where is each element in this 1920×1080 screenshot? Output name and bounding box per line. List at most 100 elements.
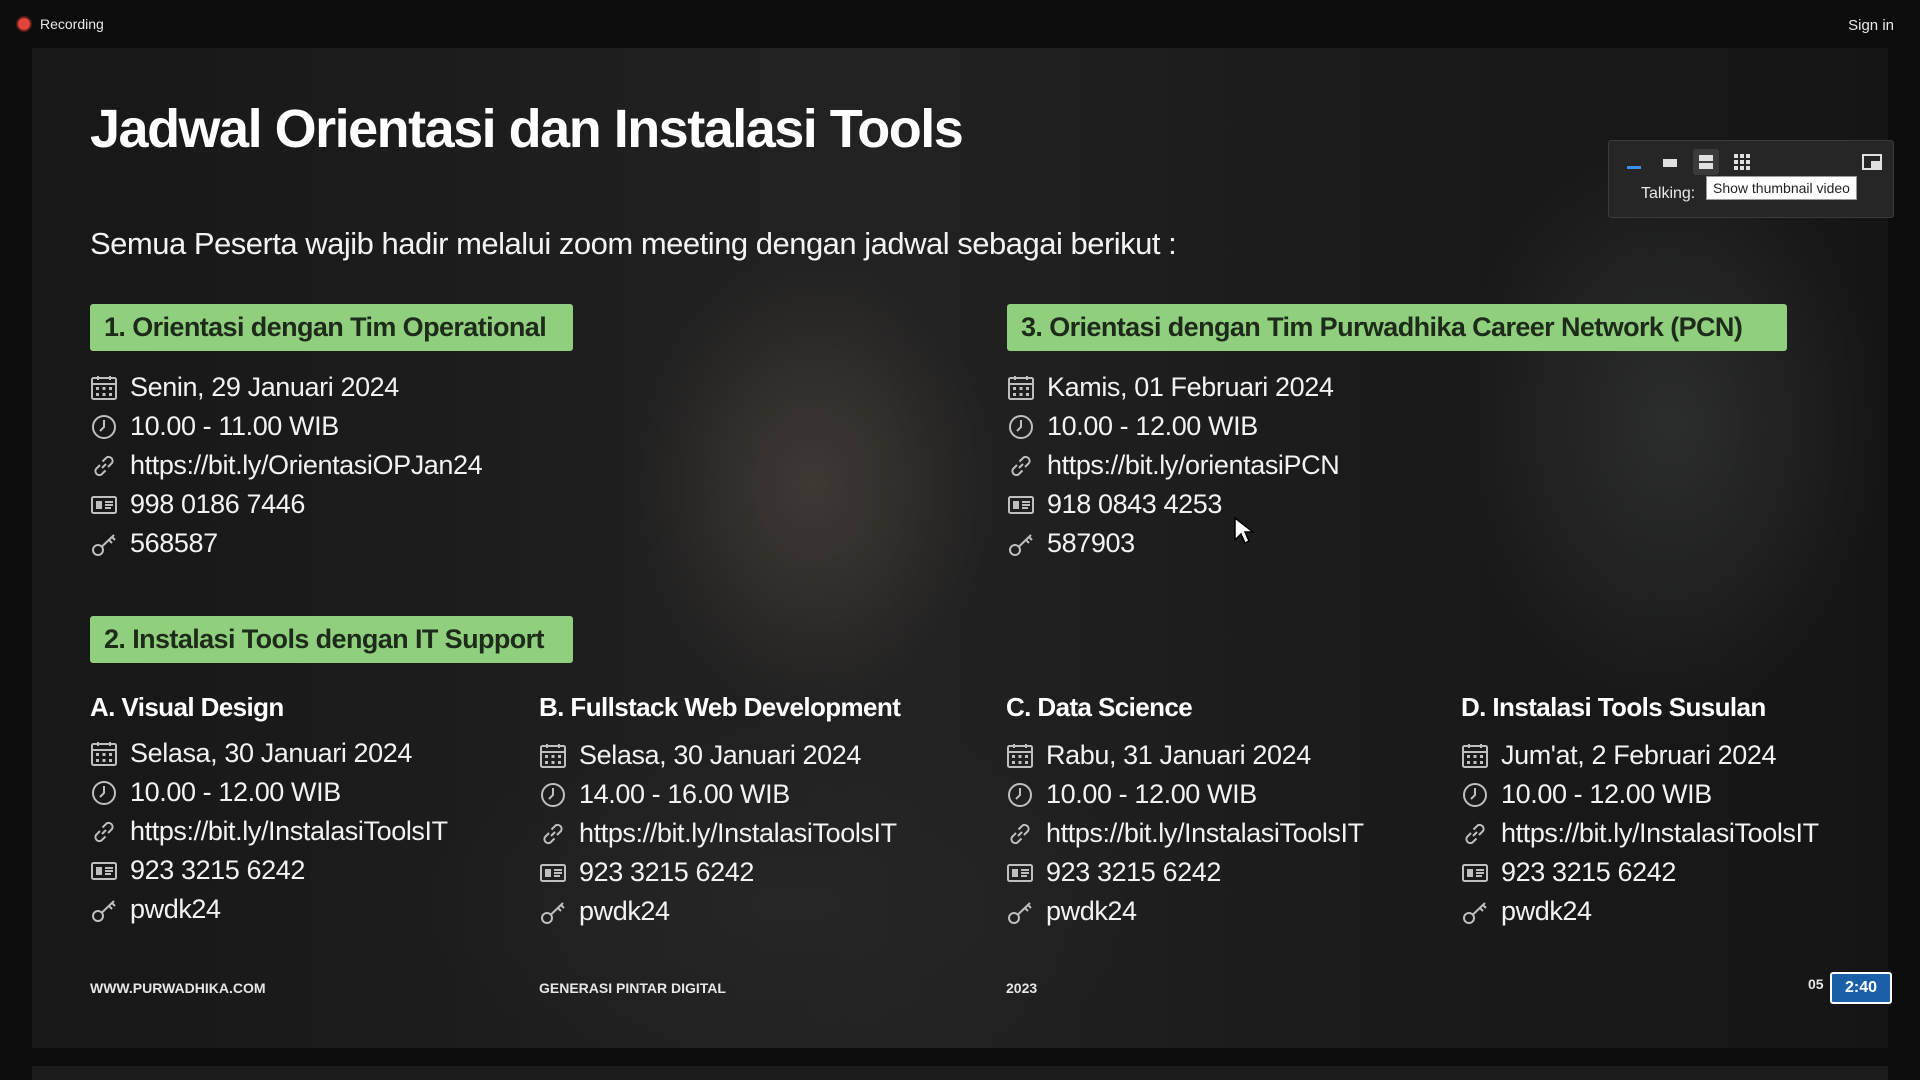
meeting-id-text: 923 3215 6242 xyxy=(130,855,305,885)
record-dot-icon xyxy=(18,18,30,30)
time-row: 10.00 - 12.00 WIB xyxy=(1007,407,1339,446)
time-text: 10.00 - 12.00 WIB xyxy=(130,777,341,807)
speaker-view-button[interactable] xyxy=(1693,149,1719,175)
passcode-row: pwdk24 xyxy=(1461,892,1819,931)
date-row: Rabu, 31 Januari 2024 xyxy=(1006,736,1364,775)
link-row: https://bit.ly/InstalasiToolsIT xyxy=(1461,814,1819,853)
passcode-text: pwdk24 xyxy=(1501,896,1592,926)
date-text: Senin, 29 Januari 2024 xyxy=(130,372,399,402)
id-card-icon xyxy=(90,857,118,885)
passcode-text: pwdk24 xyxy=(579,896,670,926)
passcode-text: pwdk24 xyxy=(130,894,221,924)
id-card-icon xyxy=(539,859,567,887)
date-row: Jum'at, 2 Februari 2024 xyxy=(1461,736,1819,775)
section-1-details: Senin, 29 Januari 2024 10.00 - 11.00 WIB… xyxy=(90,368,483,563)
clock-icon xyxy=(90,779,118,807)
passcode-row: pwdk24 xyxy=(1006,892,1364,931)
slide-title: Jadwal Orientasi dan Instalasi Tools xyxy=(90,99,964,159)
passcode-row: pwdk24 xyxy=(90,890,448,929)
calendar-icon xyxy=(539,742,567,770)
track-d-details: Jum'at, 2 Februari 2024 10.00 - 12.00 WI… xyxy=(1461,736,1819,931)
meeting-id-text: 923 3215 6242 xyxy=(1046,857,1221,887)
mouse-cursor-icon xyxy=(1234,516,1255,545)
meeting-id-row: 923 3215 6242 xyxy=(539,853,897,892)
date-row: Selasa, 30 Januari 2024 xyxy=(90,734,448,773)
track-a-details: Selasa, 30 Januari 2024 10.00 - 12.00 WI… xyxy=(90,734,448,929)
key-icon xyxy=(539,898,567,926)
footer-website: WWW.PURWADHIKA.COM xyxy=(90,980,266,996)
minimize-icon xyxy=(1627,166,1641,169)
link-row: https://bit.ly/InstalasiToolsIT xyxy=(539,814,897,853)
track-a-title: A. Visual Design xyxy=(90,692,284,722)
picture-in-picture-icon xyxy=(1862,154,1882,170)
meeting-id-row: 918 0843 4253 xyxy=(1007,485,1339,524)
calendar-icon xyxy=(90,740,118,768)
slide-page-number: 05 xyxy=(1808,976,1824,992)
time-text: 14.00 - 16.00 WIB xyxy=(579,779,790,809)
key-icon xyxy=(90,530,118,558)
key-icon xyxy=(1006,898,1034,926)
footer-year: 2023 xyxy=(1006,980,1038,996)
link-text: https://bit.ly/OrientasiOPJan24 xyxy=(130,450,483,480)
date-text: Selasa, 30 Januari 2024 xyxy=(579,740,862,770)
id-card-icon xyxy=(1461,859,1489,887)
link-icon xyxy=(1006,820,1034,848)
meeting-id-row: 923 3215 6242 xyxy=(90,851,448,890)
meeting-timer[interactable]: 2:40 xyxy=(1830,972,1892,1004)
id-card-icon xyxy=(1006,859,1034,887)
link-text: https://bit.ly/orientasiPCN xyxy=(1047,450,1340,480)
date-text: Jum'at, 2 Februari 2024 xyxy=(1501,740,1777,770)
time-text: 10.00 - 11.00 WIB xyxy=(130,411,339,441)
link-text: https://bit.ly/InstalasiToolsIT xyxy=(130,816,448,846)
passcode-row: pwdk24 xyxy=(539,892,897,931)
link-text: https://bit.ly/InstalasiToolsIT xyxy=(1501,818,1819,848)
clock-icon xyxy=(1007,413,1035,441)
link-text: https://bit.ly/InstalasiToolsIT xyxy=(579,818,897,848)
thumbnail-view-button[interactable] xyxy=(1657,149,1683,175)
date-text: Selasa, 30 Januari 2024 xyxy=(130,738,413,768)
view-mode-buttons xyxy=(1621,149,1755,175)
link-row: https://bit.ly/InstalasiToolsIT xyxy=(1006,814,1364,853)
time-row: 10.00 - 11.00 WIB xyxy=(90,407,482,446)
thumbnail-icon xyxy=(1663,159,1677,167)
footer-tagline: GENERASI PINTAR DIGITAL xyxy=(539,980,726,996)
meeting-id-row: 998 0186 7446 xyxy=(90,485,482,524)
time-text: 10.00 - 12.00 WIB xyxy=(1047,411,1258,441)
thumbnail-tooltip: Show thumbnail video xyxy=(1706,176,1857,200)
date-text: Kamis, 01 Februari 2024 xyxy=(1047,372,1334,402)
passcode-text: pwdk24 xyxy=(1046,896,1137,926)
key-icon xyxy=(1007,530,1035,558)
gallery-view-button[interactable] xyxy=(1729,149,1755,175)
link-icon xyxy=(539,820,567,848)
sign-in-button[interactable]: Sign in xyxy=(1836,12,1906,39)
link-row: https://bit.ly/InstalasiToolsIT xyxy=(90,812,448,851)
title-bar: Recording Sign in xyxy=(0,0,1920,48)
meeting-id-text: 923 3215 6242 xyxy=(579,857,754,887)
meeting-id-text: 918 0843 4253 xyxy=(1047,489,1222,519)
passcode-row: 568587 xyxy=(90,524,482,563)
passcode-row: 587903 xyxy=(1007,524,1339,563)
link-row: https://bit.ly/orientasiPCN xyxy=(1007,446,1340,485)
track-c-title: C. Data Science xyxy=(1006,692,1193,722)
passcode-text: 568587 xyxy=(130,528,218,558)
track-c-details: Rabu, 31 Januari 2024 10.00 - 12.00 WIB … xyxy=(1006,736,1364,931)
link-icon xyxy=(1461,820,1489,848)
section-2-heading: 2. Instalasi Tools dengan IT Support xyxy=(90,616,573,663)
clock-icon xyxy=(539,781,567,809)
minimize-video-button[interactable] xyxy=(1621,149,1647,175)
meeting-id-row: 923 3215 6242 xyxy=(1461,853,1819,892)
pop-out-button[interactable] xyxy=(1859,149,1885,175)
date-row: Selasa, 30 Januari 2024 xyxy=(539,736,897,775)
recording-indicator: Recording xyxy=(18,16,104,32)
track-b-title: B. Fullstack Web Development xyxy=(539,692,901,722)
clock-icon xyxy=(90,413,118,441)
time-row: 10.00 - 12.00 WIB xyxy=(1006,775,1364,814)
time-row: 14.00 - 16.00 WIB xyxy=(539,775,897,814)
calendar-icon xyxy=(1006,742,1034,770)
date-text: Rabu, 31 Januari 2024 xyxy=(1046,740,1311,770)
meeting-id-text: 923 3215 6242 xyxy=(1501,857,1676,887)
track-d-title: D. Instalasi Tools Susulan xyxy=(1461,692,1766,722)
id-card-icon xyxy=(1007,491,1035,519)
calendar-icon xyxy=(1007,374,1035,402)
id-card-icon xyxy=(90,491,118,519)
